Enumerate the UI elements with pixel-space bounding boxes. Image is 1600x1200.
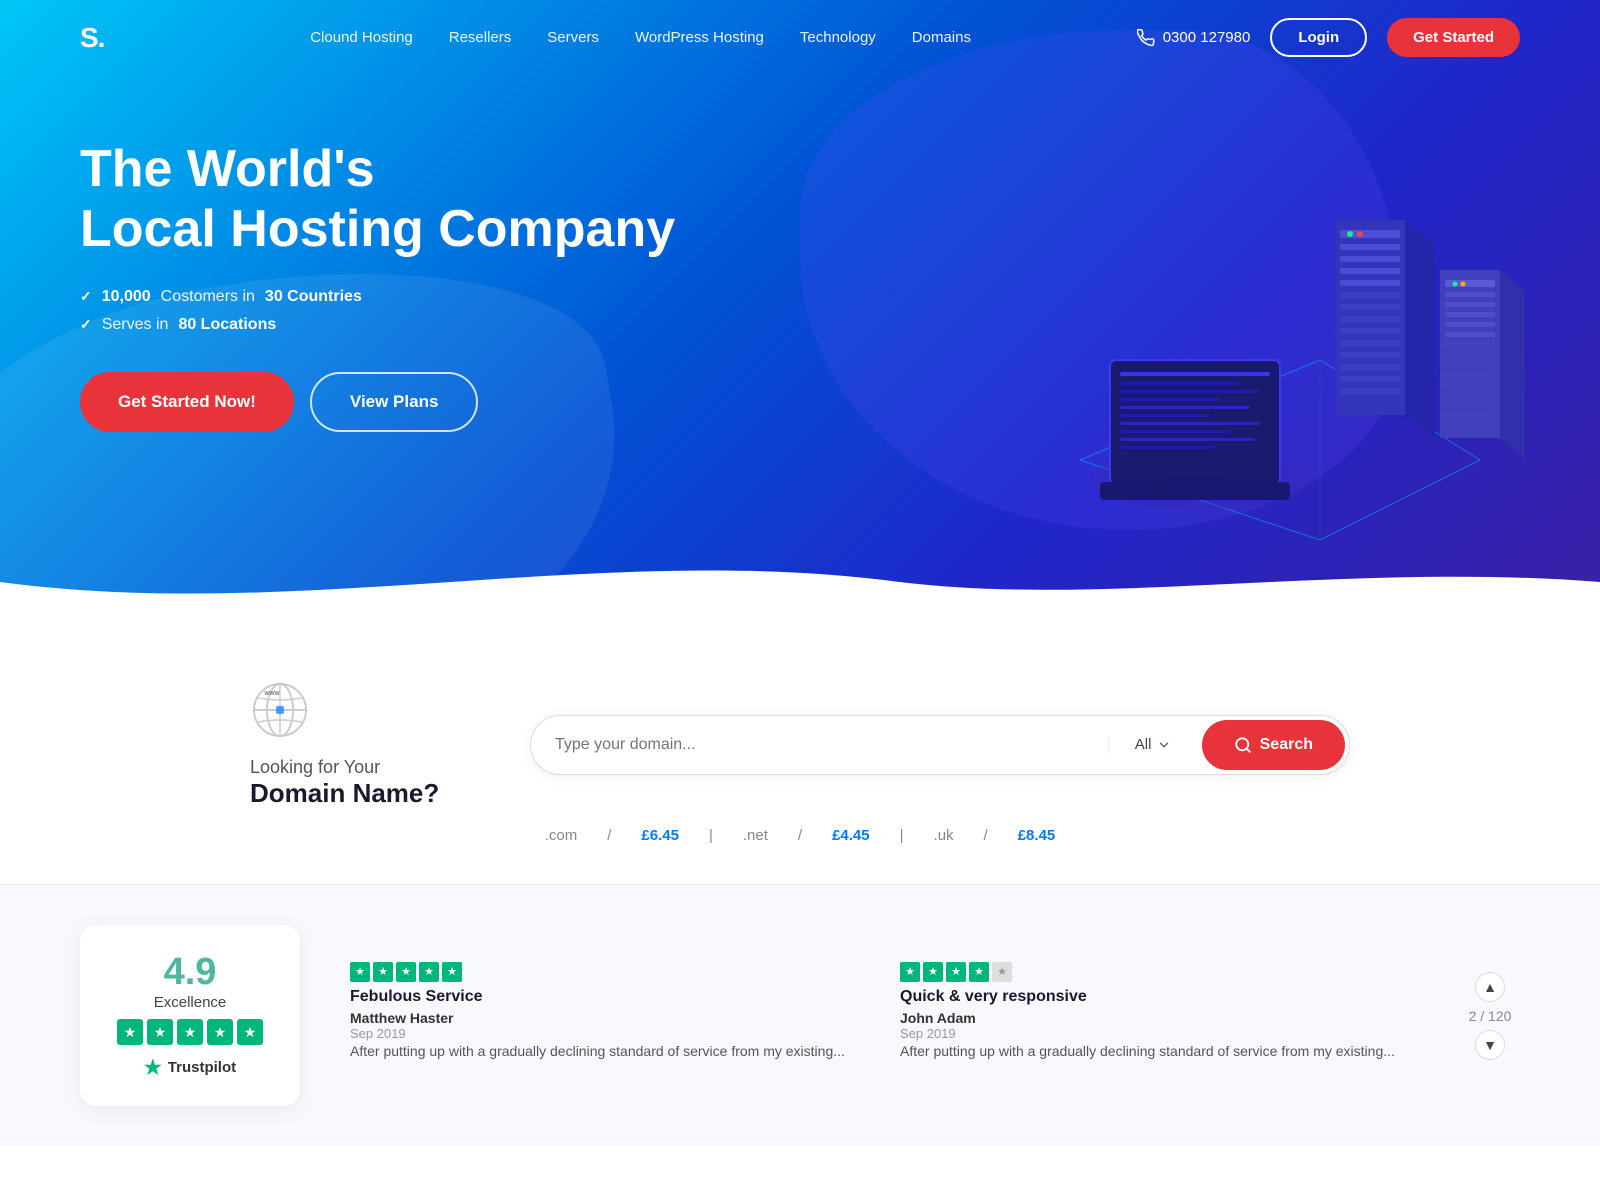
tld-divider-2: / [798,827,802,844]
domain-select-value: All [1135,736,1152,753]
rev-star-5: ★ [442,962,462,982]
reviews-section: 4.9 Excellence ★ ★ ★ ★ ★ ★ Trustpilot ★ … [0,884,1600,1146]
hero-buttons: Get Started Now! View Plans [80,372,680,432]
view-plans-button[interactable]: View Plans [310,372,479,432]
tld-sep-1: | [709,827,713,844]
review-2-title: Quick & very responsive [900,988,1410,1006]
trustpilot-card: 4.9 Excellence ★ ★ ★ ★ ★ ★ Trustpilot [80,925,300,1106]
trustpilot-excellence: Excellence [110,994,270,1011]
tld-divider-1: / [607,827,611,844]
brand-logo[interactable]: S. [80,22,104,54]
get-started-nav-button[interactable]: Get Started [1387,18,1520,57]
review-1-date: Sep 2019 [350,1026,860,1041]
nav-links: Clound Hosting Resellers Servers WordPre… [184,29,1096,46]
phone-number: 0300 127980 [1163,29,1251,46]
trustpilot-logo-star: ★ [144,1055,162,1080]
pagination-down-button[interactable]: ▼ [1475,1030,1505,1060]
review-1-stars: ★ ★ ★ ★ ★ [350,962,860,982]
pagination-count: 2 / 120 [1469,1008,1512,1024]
tld-uk-price: £8.45 [1018,827,1056,844]
review-card-2: ★ ★ ★ ★ ★ Quick & very responsive John A… [900,962,1410,1070]
hero-title-line1: The World's [80,140,375,198]
review-1-author: Matthew Haster [350,1010,860,1026]
hero-section: S. Clound Hosting Resellers Servers Word… [0,0,1600,620]
rev-star-1: ★ [350,962,370,982]
review-pagination: ▲ 2 / 120 ▼ [1460,972,1520,1060]
tp-star-2: ★ [147,1019,173,1045]
rev-2-star-4: ★ [969,962,989,982]
phone-area: 0300 127980 [1137,29,1251,47]
hero-content: The World's Local Hosting Company 10,000… [80,140,680,432]
hero-title-line2: Local Hosting Company [80,200,675,258]
review-1-title: Febulous Service [350,988,860,1006]
hero-title: The World's Local Hosting Company [80,140,680,260]
navbar: S. Clound Hosting Resellers Servers Word… [0,0,1600,75]
domain-title: Domain Name? [250,778,470,809]
trustpilot-logo-label: Trustpilot [168,1059,236,1076]
rev-star-2: ★ [373,962,393,982]
get-started-now-button[interactable]: Get Started Now! [80,372,294,432]
review-2-date: Sep 2019 [900,1026,1410,1041]
nav-wordpress-hosting[interactable]: WordPress Hosting [635,29,764,46]
review-card-1: ★ ★ ★ ★ ★ Febulous Service Matthew Haste… [350,962,860,1070]
domain-tlds: .com / £6.45 | .net / £4.45 | .uk / £8.4… [545,827,1056,844]
rev-2-star-2: ★ [923,962,943,982]
tp-star-5: ★ [237,1019,263,1045]
domain-section: www Looking for Your Domain Name? All Se… [0,620,1600,884]
rev-2-star-5: ★ [992,962,1012,982]
feature-customers-countries: 30 Countries [265,288,362,306]
review-2-author: John Adam [900,1010,1410,1026]
chevron-down-icon [1157,738,1171,752]
nav-servers[interactable]: Servers [547,29,599,46]
feature-locations-number: 80 Locations [178,316,276,334]
login-button[interactable]: Login [1270,18,1367,57]
nav-technology[interactable]: Technology [800,29,876,46]
nav-resellers[interactable]: Resellers [449,29,512,46]
tld-com-ext: .com [545,827,578,844]
tld-sep-2: | [900,827,904,844]
feature-customers-number: 10,000 [102,288,151,306]
pagination-up-button[interactable]: ▲ [1475,972,1505,1002]
domain-left: www Looking for Your Domain Name? [250,680,470,809]
review-2-text: After putting up with a gradually declin… [900,1041,1410,1062]
svg-text:www: www [263,690,280,697]
rev-star-3: ★ [396,962,416,982]
review-2-stars: ★ ★ ★ ★ ★ [900,962,1410,982]
nav-domains[interactable]: Domains [912,29,971,46]
tld-com-price: £6.45 [641,827,679,844]
trustpilot-score: 4.9 [110,951,270,994]
rev-2-star-3: ★ [946,962,966,982]
rev-star-4: ★ [419,962,439,982]
trustpilot-logo: ★ Trustpilot [110,1055,270,1080]
rev-2-star-1: ★ [900,962,920,982]
domain-inner: www Looking for Your Domain Name? All Se… [250,680,1350,809]
review-1-text: After putting up with a gradually declin… [350,1041,860,1062]
tld-net-price: £4.45 [832,827,870,844]
nav-right: 0300 127980 Login Get Started [1137,18,1520,57]
tp-star-4: ★ [207,1019,233,1045]
hero-feature-locations: Serves in 80 Locations [80,316,680,334]
domain-search-bar: All Search [530,715,1350,775]
tld-divider-3: / [984,827,988,844]
trustpilot-stars: ★ ★ ★ ★ ★ [110,1019,270,1045]
feature-locations-text: Serves in [102,316,169,334]
domain-search-button[interactable]: Search [1202,720,1345,770]
domain-looking-text: Looking for Your [250,757,470,778]
search-icon [1234,736,1252,754]
globe-icon: www [250,680,310,740]
tld-uk-ext: .uk [934,827,954,844]
tp-star-1: ★ [117,1019,143,1045]
review-cards: ★ ★ ★ ★ ★ Febulous Service Matthew Haste… [350,962,1410,1070]
nav-cloud-hosting[interactable]: Clound Hosting [310,29,413,46]
domain-search-input[interactable] [531,720,1108,770]
domain-search-label: Search [1260,736,1313,754]
phone-icon [1137,29,1155,47]
domain-tld-select[interactable]: All [1108,736,1198,753]
tp-star-3: ★ [177,1019,203,1045]
hero-feature-customers: 10,000 Costomers in 30 Countries [80,288,680,306]
server-illustration [980,80,1540,560]
tld-net-ext: .net [743,827,768,844]
feature-customers-text: Costomers in [161,288,255,306]
hero-features-list: 10,000 Costomers in 30 Countries Serves … [80,288,680,334]
